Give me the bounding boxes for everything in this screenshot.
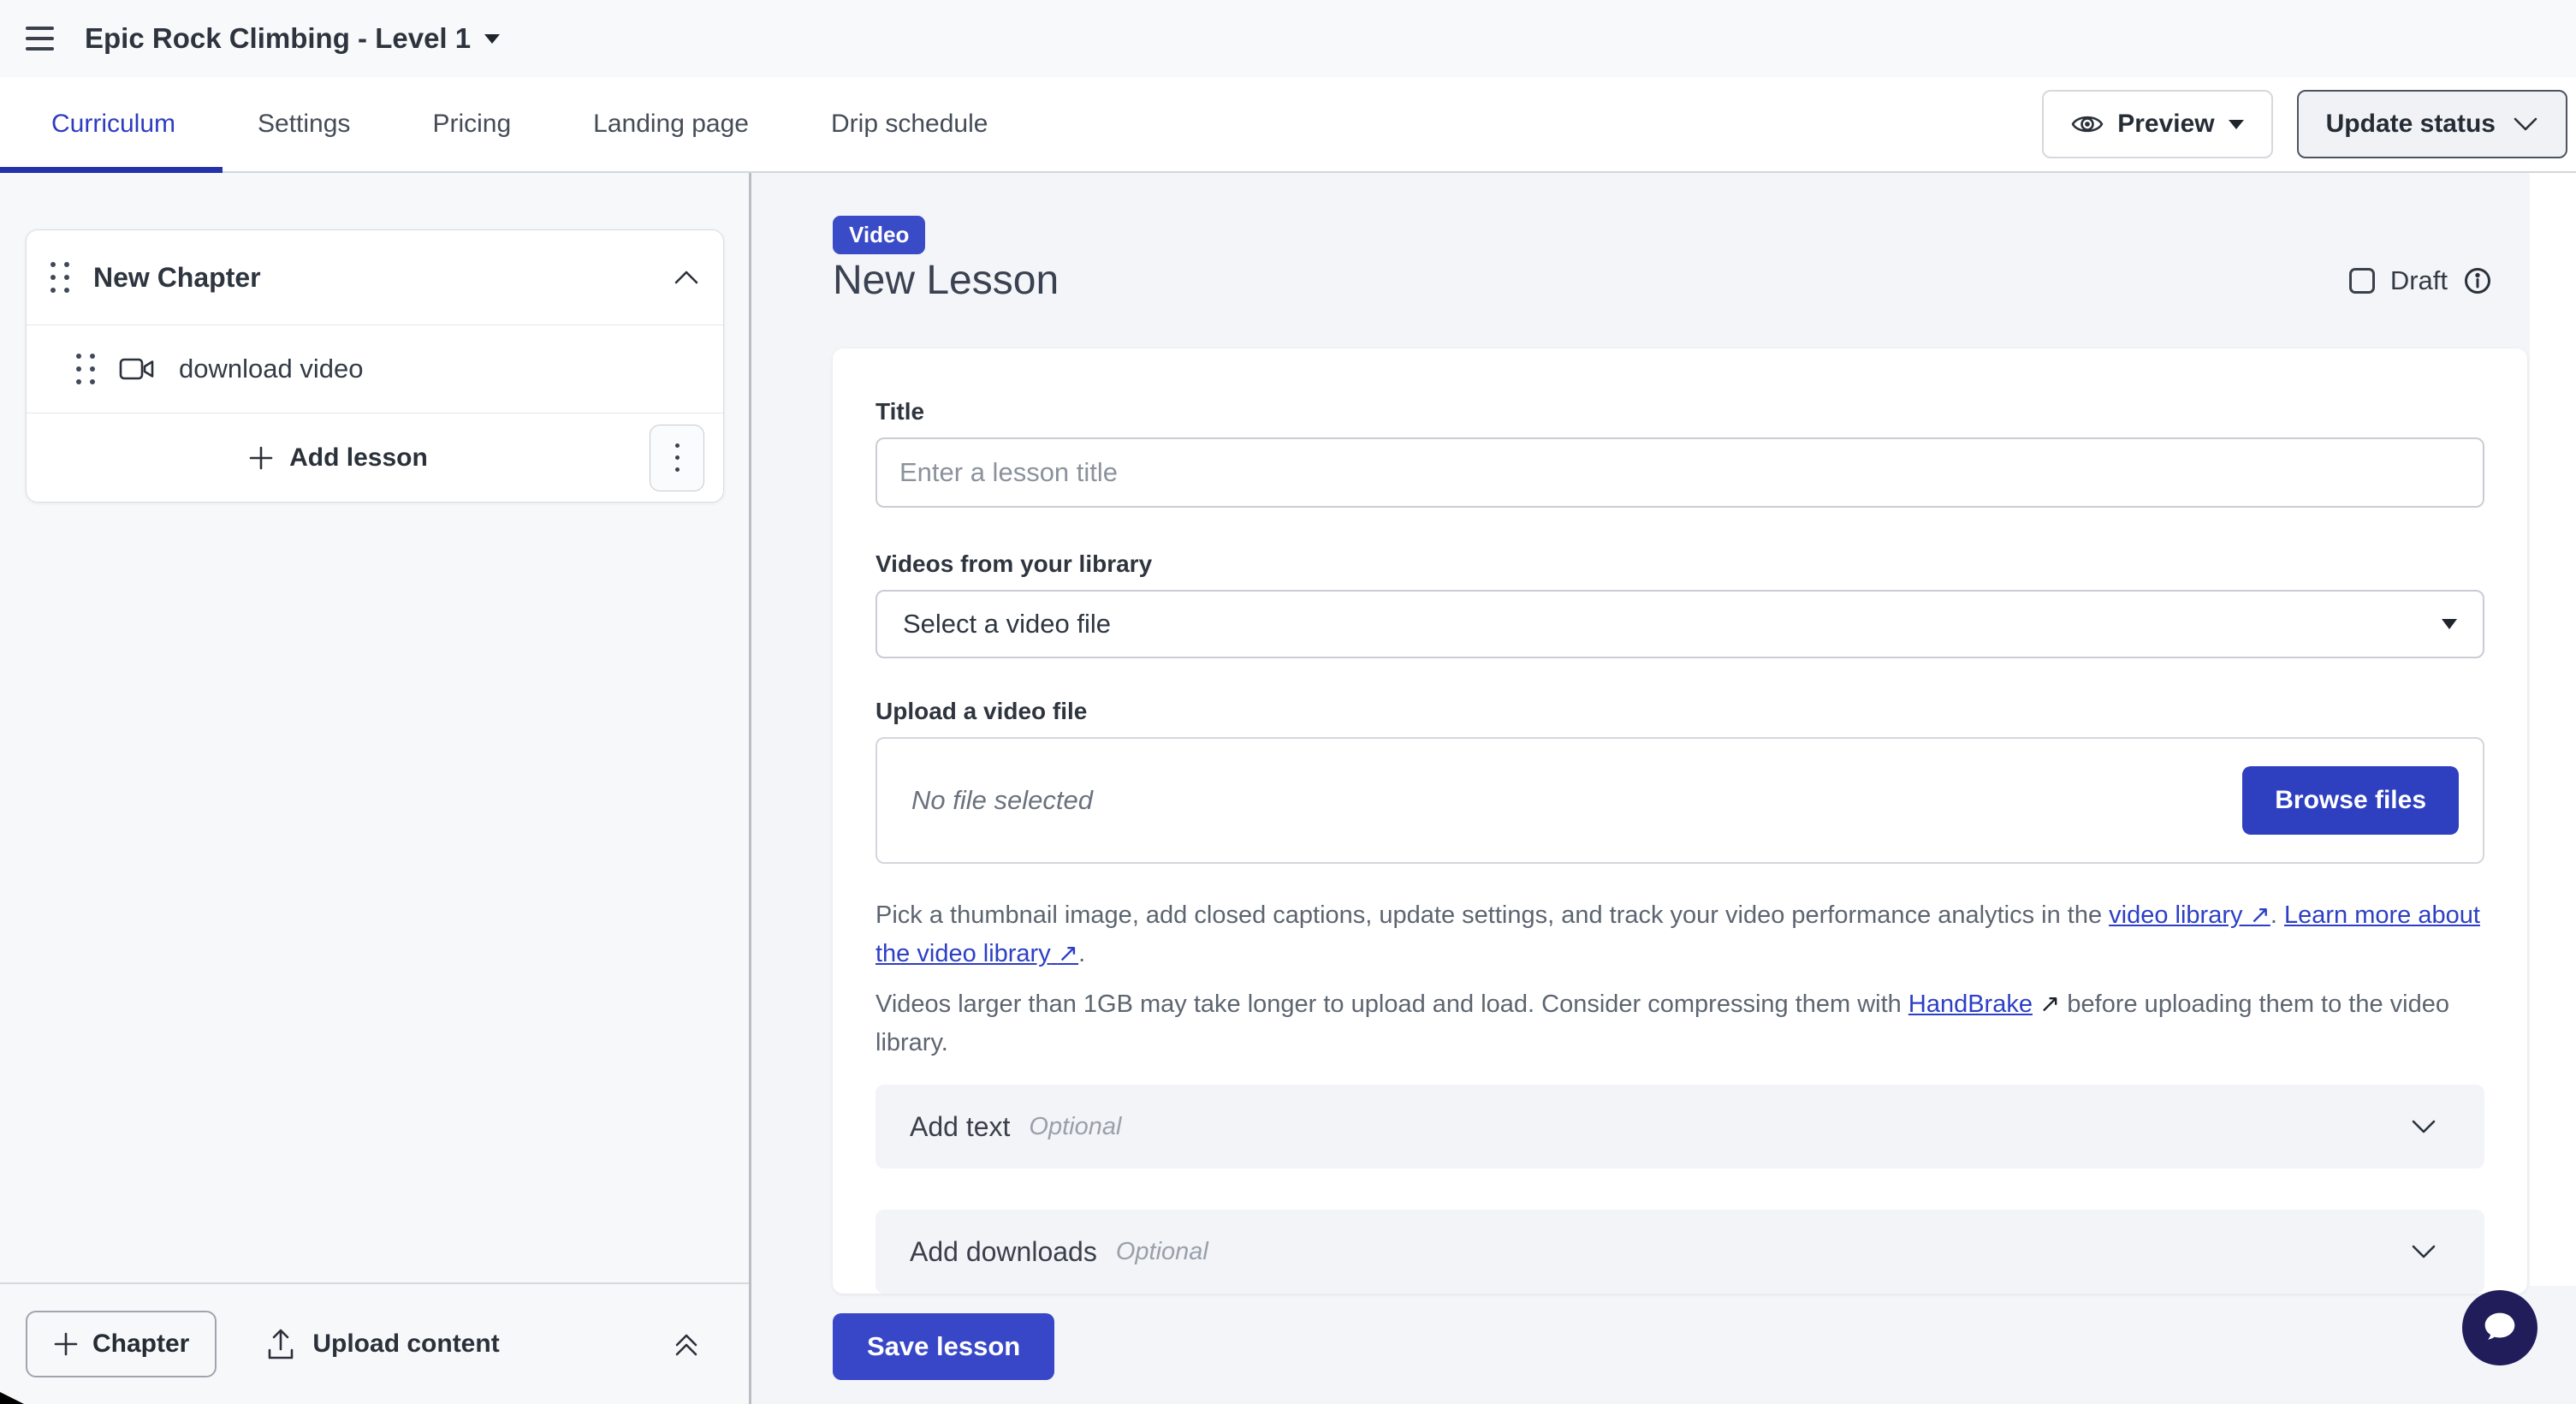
- no-file-text: No file selected: [911, 785, 1093, 816]
- add-chapter-button[interactable]: Chapter: [26, 1311, 217, 1377]
- chevron-down-icon: [2513, 116, 2538, 132]
- tab-drip-schedule[interactable]: Drip schedule: [790, 110, 1029, 139]
- chevron-up-icon[interactable]: [674, 270, 699, 285]
- chapter-footer: Add lesson: [27, 413, 723, 502]
- draft-toggle: Draft: [2349, 265, 2492, 296]
- add-downloads-label: Add downloads: [910, 1236, 1097, 1268]
- help-text-2: Videos larger than 1GB may take longer t…: [875, 985, 2484, 1062]
- hamburger-menu-icon[interactable]: [26, 27, 54, 51]
- page-title: New Lesson: [833, 257, 1059, 304]
- handbrake-link[interactable]: HandBrake: [1908, 991, 2033, 1018]
- upload-content-label: Upload content: [312, 1330, 499, 1359]
- add-chapter-label: Chapter: [92, 1330, 189, 1359]
- optional-label: Optional: [1029, 1113, 1121, 1141]
- draft-label: Draft: [2390, 265, 2448, 296]
- preview-label: Preview: [2117, 110, 2214, 139]
- add-text-label: Add text: [910, 1111, 1010, 1143]
- external-link-icon: ↗: [2039, 991, 2060, 1018]
- lesson-type-badge: Video: [833, 216, 925, 254]
- add-lesson-button[interactable]: Add lesson: [27, 443, 650, 473]
- title-input[interactable]: [875, 437, 2484, 508]
- scrollbar-gutter: [2530, 173, 2576, 1286]
- chat-bubble-button[interactable]: [2462, 1290, 2537, 1365]
- add-text-section[interactable]: Add text Optional: [875, 1085, 2484, 1169]
- chapter-card: New Chapter download video Add lesson: [26, 229, 724, 503]
- file-upload-box: No file selected Browse files: [875, 737, 2484, 864]
- plus-icon: [248, 445, 274, 471]
- chapter-header[interactable]: New Chapter: [27, 230, 723, 324]
- video-select[interactable]: Select a video file: [875, 590, 2484, 658]
- chapter-menu-button[interactable]: [650, 425, 704, 491]
- lesson-row[interactable]: download video: [27, 325, 723, 413]
- chat-icon: [2478, 1306, 2522, 1350]
- double-chevron-up-icon[interactable]: [672, 1330, 701, 1359]
- title-label: Title: [875, 398, 2484, 425]
- lesson-editor: Video New Lesson Draft Title Videos from…: [754, 173, 2576, 1404]
- help-text-1: Pick a thumbnail image, add closed capti…: [875, 896, 2484, 973]
- tab-pricing[interactable]: Pricing: [391, 110, 552, 139]
- chevron-down-icon: [2411, 1119, 2437, 1134]
- course-title: Epic Rock Climbing - Level 1: [85, 22, 471, 55]
- drag-handle-icon[interactable]: [76, 354, 95, 384]
- tabbar: Curriculum Settings Pricing Landing page…: [0, 77, 2576, 173]
- add-downloads-section[interactable]: Add downloads Optional: [875, 1210, 2484, 1294]
- preview-button[interactable]: Preview: [2042, 90, 2272, 158]
- kebab-menu-icon: [675, 443, 680, 448]
- update-status-button[interactable]: Update status: [2297, 90, 2567, 158]
- lesson-title: download video: [179, 354, 363, 384]
- browse-files-button[interactable]: Browse files: [2242, 766, 2459, 835]
- video-camera-icon: [119, 356, 155, 382]
- drag-handle-icon[interactable]: [50, 262, 69, 293]
- select-caret-icon: [2442, 619, 2457, 629]
- header-actions: Preview Update status: [2042, 90, 2567, 158]
- tab-settings[interactable]: Settings: [217, 110, 391, 139]
- tab-list: Curriculum Settings Pricing Landing page…: [0, 77, 1029, 171]
- add-lesson-label: Add lesson: [289, 443, 428, 473]
- course-switcher[interactable]: Epic Rock Climbing - Level 1: [85, 22, 500, 55]
- external-link-icon: ↗: [1058, 940, 1078, 967]
- active-tab-indicator: [0, 167, 223, 173]
- sidebar-footer: Chapter Upload content: [0, 1282, 749, 1404]
- chevron-down-icon: [2411, 1244, 2437, 1259]
- tab-curriculum[interactable]: Curriculum: [0, 110, 217, 139]
- video-library-link[interactable]: video library ↗: [2109, 901, 2270, 929]
- save-lesson-button[interactable]: Save lesson: [833, 1313, 1054, 1380]
- draft-checkbox[interactable]: [2349, 268, 2375, 294]
- update-status-label: Update status: [2326, 110, 2496, 139]
- tab-landing-page[interactable]: Landing page: [552, 110, 790, 139]
- lesson-form-card: Title Videos from your library Select a …: [833, 348, 2527, 1294]
- info-icon[interactable]: [2463, 266, 2492, 295]
- eye-icon: [2071, 111, 2104, 137]
- upload-label: Upload a video file: [875, 698, 2484, 725]
- caret-down-icon: [2229, 120, 2244, 129]
- plus-icon: [53, 1331, 79, 1357]
- curriculum-sidebar: New Chapter download video Add lesson: [0, 173, 751, 1404]
- upload-content-button[interactable]: Upload content: [264, 1327, 499, 1361]
- optional-label: Optional: [1116, 1238, 1208, 1266]
- upload-icon: [264, 1327, 297, 1361]
- library-label: Videos from your library: [875, 550, 2484, 578]
- chapter-title: New Chapter: [93, 262, 261, 294]
- external-link-icon: ↗: [2250, 901, 2270, 929]
- video-select-value: Select a video file: [903, 609, 1111, 640]
- chevron-down-icon: [484, 34, 500, 44]
- topbar: Epic Rock Climbing - Level 1: [0, 0, 2576, 77]
